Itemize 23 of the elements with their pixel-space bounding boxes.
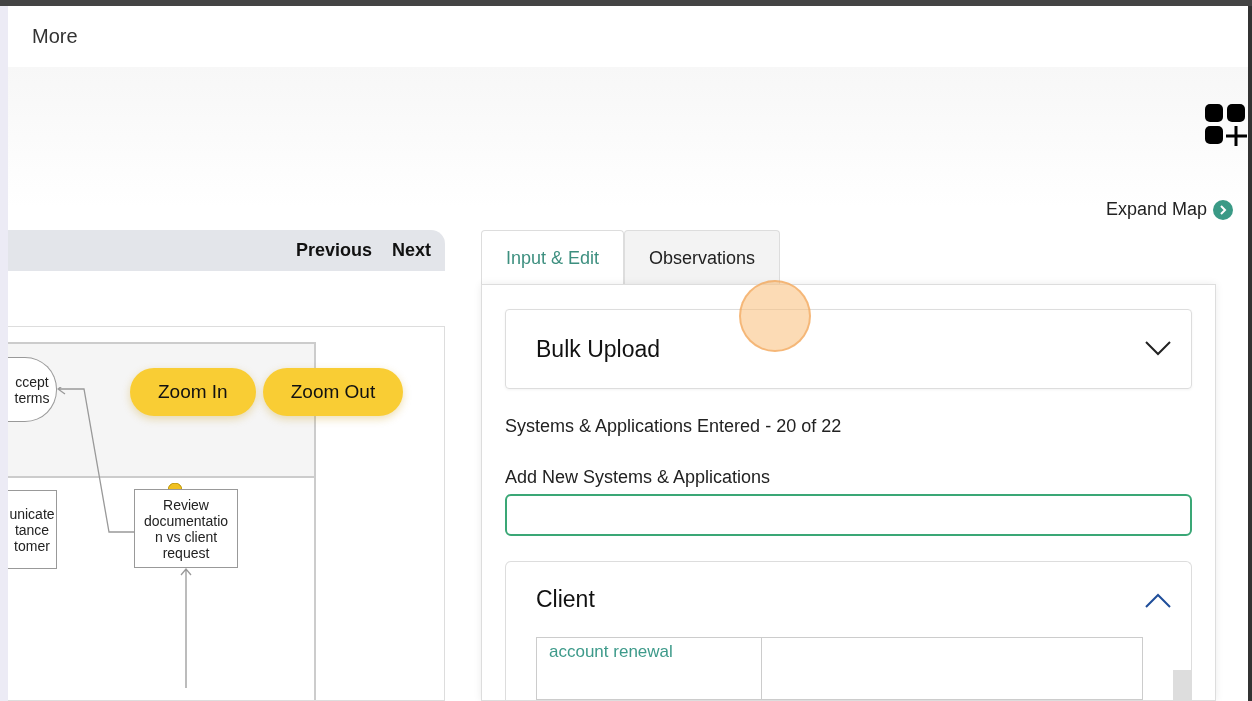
chevron-up-icon[interactable] <box>1145 591 1171 608</box>
tab[interactable]: Input & Edit <box>481 230 625 285</box>
zoom-out-button[interactable]: Zoom Out <box>262 368 404 416</box>
task-node: unicate tance tomer <box>8 490 57 569</box>
chevron-down-icon[interactable] <box>1145 341 1171 357</box>
task-node: Review documentatio n vs client request <box>134 489 238 568</box>
add-apps-icon[interactable] <box>1205 104 1247 146</box>
bulk-upload-card[interactable]: Bulk Upload <box>505 309 1192 389</box>
input-field[interactable] <box>505 494 1192 536</box>
expand-map-link[interactable]: Expand Map <box>1105 199 1233 220</box>
tab[interactable]: Observations <box>624 230 781 285</box>
previous-button[interactable]: Previous <box>295 240 372 261</box>
scrollbar[interactable] <box>1173 670 1191 700</box>
chevron-right-icon <box>1213 199 1233 220</box>
table-cell: account renewal <box>537 638 762 699</box>
next-button[interactable]: Next <box>392 240 431 261</box>
card-title: Client <box>536 586 595 613</box>
client-header[interactable]: Client <box>506 562 1191 637</box>
entry-count-text: Systems & Applications Entered - 20 of 22 <box>505 416 843 437</box>
card-title: Bulk Upload <box>536 335 661 363</box>
field-label: Add New Systems & Applications <box>505 467 772 488</box>
zoom-in-button[interactable]: Zoom In <box>130 368 256 416</box>
menu-item[interactable]: More <box>32 25 78 48</box>
